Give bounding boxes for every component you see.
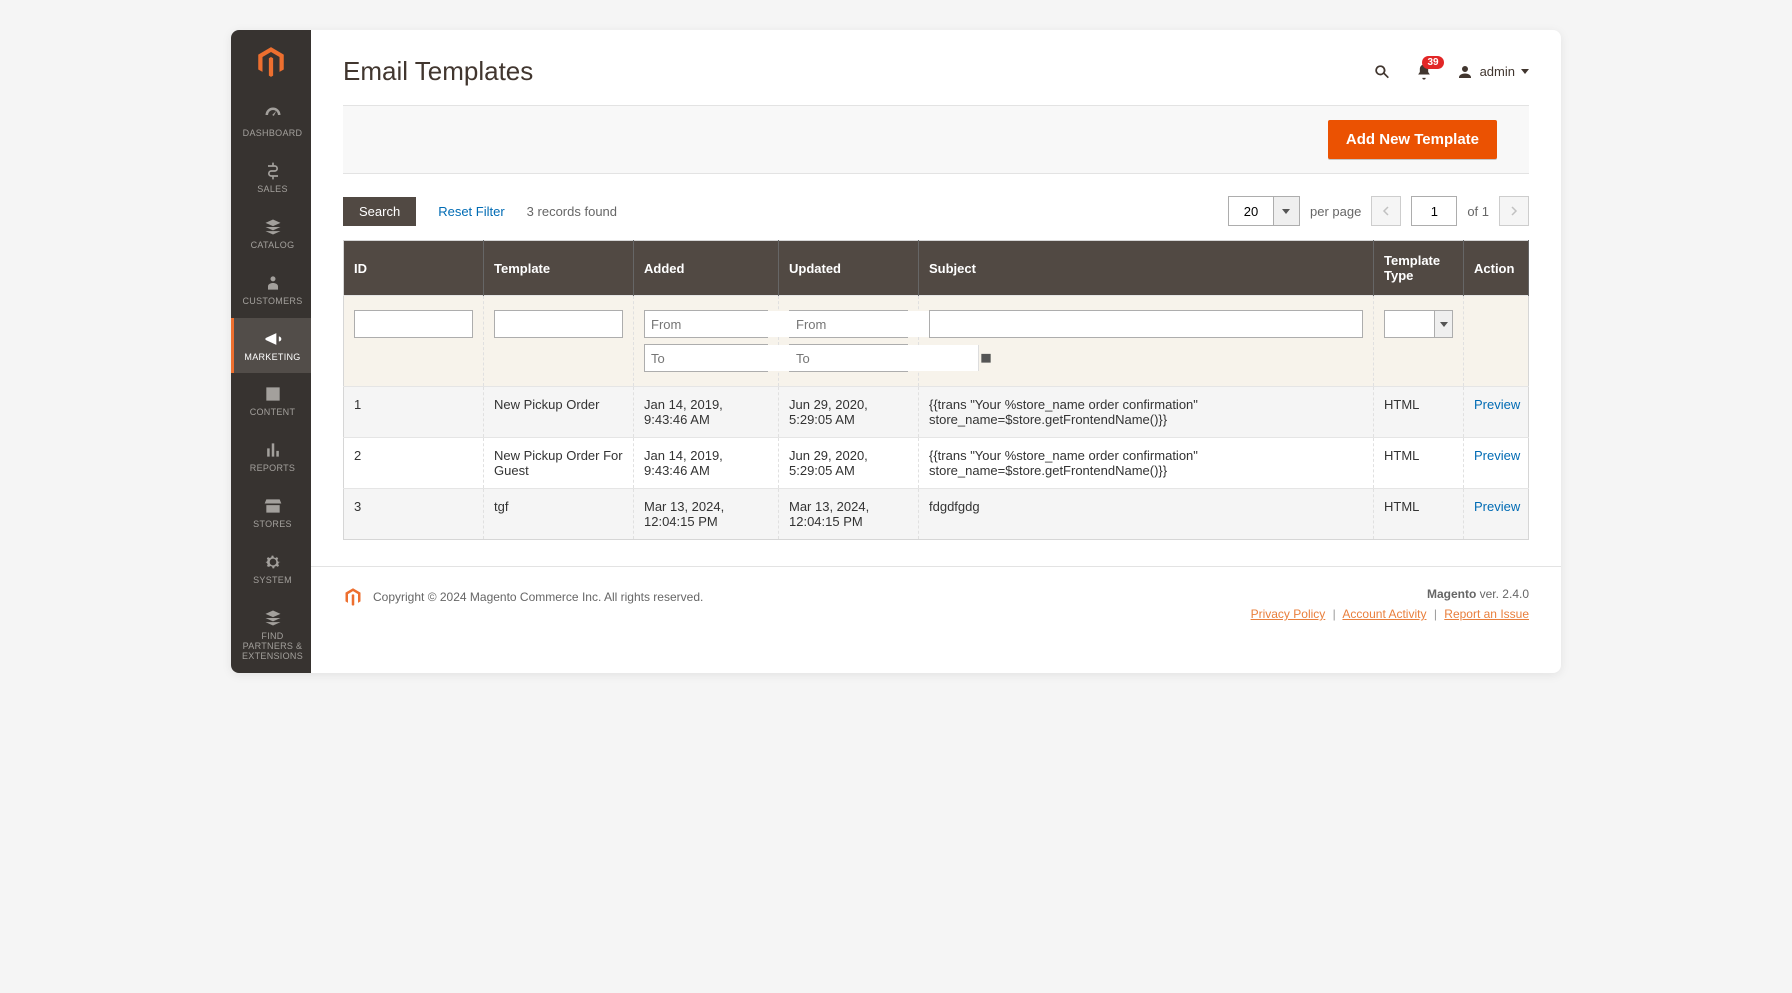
col-header-type[interactable]: Template Type [1374, 241, 1464, 296]
reset-filter-link[interactable]: Reset Filter [438, 204, 504, 219]
table-row[interactable]: 3 tgf Mar 13, 2024, 12:04:15 PM Mar 13, … [344, 489, 1529, 540]
grid-controls: Search Reset Filter 3 records found per … [311, 174, 1561, 240]
table-row[interactable]: 2 New Pickup Order For Guest Jan 14, 201… [344, 438, 1529, 489]
nav-label: CUSTOMERS [242, 297, 302, 307]
privacy-policy-link[interactable]: Privacy Policy [1251, 607, 1326, 621]
filter-type-select[interactable] [1384, 310, 1435, 338]
account-activity-link[interactable]: Account Activity [1342, 607, 1426, 621]
magento-logo[interactable] [231, 30, 311, 94]
cell-template: New Pickup Order [484, 387, 634, 438]
admin-menu[interactable]: admin [1456, 63, 1529, 81]
cell-id: 1 [344, 387, 484, 438]
notification-badge: 39 [1422, 56, 1443, 69]
per-page-input[interactable] [1228, 196, 1274, 226]
footer-version: ver. 2.4.0 [1476, 587, 1529, 601]
nav-sales[interactable]: SALES [231, 150, 311, 206]
nav-label: SALES [257, 185, 288, 195]
cell-template: tgf [484, 489, 634, 540]
footer: Copyright © 2024 Magento Commerce Inc. A… [311, 566, 1561, 645]
nav-customers[interactable]: CUSTOMERS [231, 262, 311, 318]
prev-page-button[interactable] [1371, 196, 1401, 226]
nav-label: REPORTS [250, 464, 295, 474]
nav-label: FIND PARTNERS & EXTENSIONS [238, 632, 307, 662]
preview-link[interactable]: Preview [1474, 499, 1520, 514]
nav-system[interactable]: SYSTEM [231, 541, 311, 597]
nav-label: SYSTEM [253, 576, 292, 586]
per-page-label: per page [1310, 204, 1361, 219]
filter-template-input[interactable] [494, 310, 623, 338]
cell-updated: Mar 13, 2024, 12:04:15 PM [779, 489, 919, 540]
nav-partners[interactable]: FIND PARTNERS & EXTENSIONS [231, 597, 311, 673]
next-page-button[interactable] [1499, 196, 1529, 226]
cell-subject: fdgdfgdg [919, 489, 1374, 540]
cell-added: Mar 13, 2024, 12:04:15 PM [634, 489, 779, 540]
caret-down-icon [1521, 69, 1529, 74]
nav-reports[interactable]: REPORTS [231, 429, 311, 485]
nav-stores[interactable]: STORES [231, 485, 311, 541]
filter-id-input[interactable] [354, 310, 473, 338]
col-header-action: Action [1464, 241, 1529, 296]
cell-id: 3 [344, 489, 484, 540]
search-button[interactable]: Search [343, 197, 416, 226]
page-title: Email Templates [343, 56, 533, 87]
filter-updated-to[interactable] [790, 345, 978, 371]
app-window: DASHBOARD SALES CATALOG CUSTOMERS MARKET… [231, 30, 1561, 673]
page-header: Email Templates 39 admin [311, 30, 1561, 105]
notifications-icon[interactable]: 39 [1414, 62, 1434, 82]
filter-subject-input[interactable] [929, 310, 1363, 338]
page-input[interactable] [1411, 196, 1457, 226]
copyright-text: Copyright © 2024 Magento Commerce Inc. A… [373, 590, 703, 604]
table-row[interactable]: 1 New Pickup Order Jan 14, 2019, 9:43:46… [344, 387, 1529, 438]
cell-type: HTML [1374, 387, 1464, 438]
nav-label: CATALOG [251, 241, 295, 251]
records-found: 3 records found [527, 204, 617, 219]
cell-template: New Pickup Order For Guest [484, 438, 634, 489]
templates-table: ID Template Added Updated Subject Templa… [343, 240, 1529, 540]
nav-label: DASHBOARD [243, 129, 303, 139]
preview-link[interactable]: Preview [1474, 448, 1520, 463]
footer-brand: Magento [1427, 587, 1476, 601]
add-new-template-button[interactable]: Add New Template [1328, 120, 1497, 159]
action-toolbar: Add New Template [343, 105, 1529, 174]
nav-label: CONTENT [250, 408, 296, 418]
nav-marketing[interactable]: MARKETING [231, 318, 311, 374]
search-icon[interactable] [1372, 62, 1392, 82]
cell-subject: {{trans "Your %store_name order confirma… [919, 387, 1374, 438]
nav-dashboard[interactable]: DASHBOARD [231, 94, 311, 150]
cell-type: HTML [1374, 489, 1464, 540]
cell-added: Jan 14, 2019, 9:43:46 AM [634, 387, 779, 438]
admin-label: admin [1480, 64, 1515, 79]
cell-type: HTML [1374, 438, 1464, 489]
magento-footer-logo [343, 587, 363, 607]
calendar-icon[interactable] [978, 345, 993, 371]
col-header-template[interactable]: Template [484, 241, 634, 296]
main-content: Email Templates 39 admin Add New Templat… [311, 30, 1561, 673]
header-actions: 39 admin [1372, 62, 1529, 82]
cell-subject: {{trans "Your %store_name order confirma… [919, 438, 1374, 489]
filter-row [344, 296, 1529, 387]
nav-content[interactable]: CONTENT [231, 373, 311, 429]
col-header-subject[interactable]: Subject [919, 241, 1374, 296]
sidebar: DASHBOARD SALES CATALOG CUSTOMERS MARKET… [231, 30, 311, 673]
filter-type-dropdown[interactable] [1435, 310, 1453, 338]
preview-link[interactable]: Preview [1474, 397, 1520, 412]
cell-added: Jan 14, 2019, 9:43:46 AM [634, 438, 779, 489]
page-of-label: of 1 [1467, 204, 1489, 219]
nav-label: MARKETING [244, 353, 300, 363]
cell-updated: Jun 29, 2020, 5:29:05 AM [779, 438, 919, 489]
col-header-id[interactable]: ID [344, 241, 484, 296]
cell-id: 2 [344, 438, 484, 489]
col-header-updated[interactable]: Updated [779, 241, 919, 296]
nav-label: STORES [253, 520, 292, 530]
report-issue-link[interactable]: Report an Issue [1444, 607, 1529, 621]
nav-catalog[interactable]: CATALOG [231, 206, 311, 262]
per-page-dropdown[interactable] [1274, 196, 1300, 226]
col-header-added[interactable]: Added [634, 241, 779, 296]
cell-updated: Jun 29, 2020, 5:29:05 AM [779, 387, 919, 438]
